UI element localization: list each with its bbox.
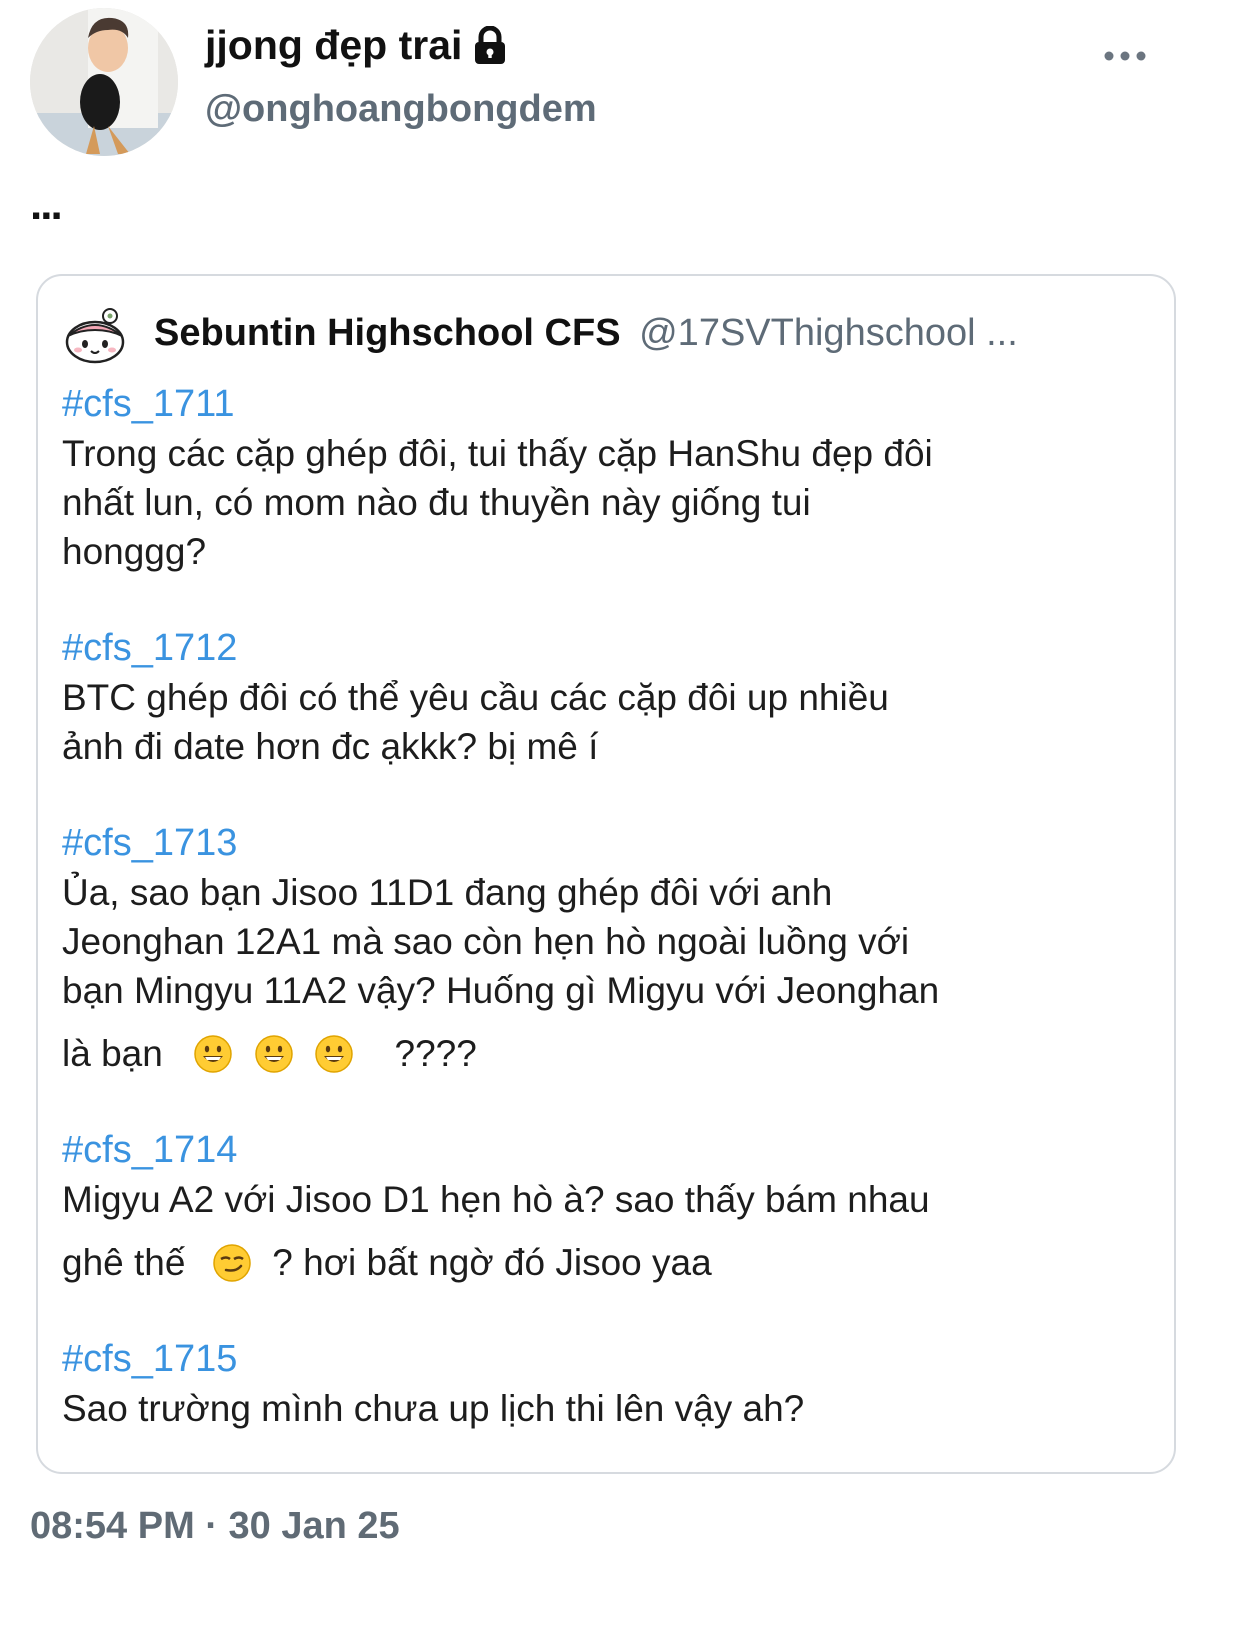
hashtag-link[interactable]: #cfs_1714 (62, 1126, 1142, 1175)
lock-icon (472, 25, 508, 66)
tweet-text: ... (30, 180, 63, 229)
cfs-text-line: Trong các cặp ghép đôi, tui thấy cặp Han… (62, 433, 933, 474)
cfs-text-line: Ủa, sao bạn Jisoo 11D1 đang ghép đôi với… (62, 872, 833, 913)
display-name-text: jjong đẹp trai (205, 22, 463, 68)
hashtag-link[interactable]: #cfs_1712 (62, 624, 1142, 673)
cfs-entry-1715: #cfs_1715 Sao trường mình chưa up lịch t… (62, 1335, 1142, 1433)
user-handle[interactable]: @onghoangbongdem (205, 88, 597, 131)
more-dots-icon (1104, 51, 1146, 61)
cfs-text-fragment: ghê thế (62, 1242, 186, 1283)
cartoon-face-icon (65, 308, 125, 364)
quote-header[interactable]: Sebuntin Highschool CFS @17SVThighschool… (154, 312, 1154, 355)
quote-body: #cfs_1711 Trong các cặp ghép đôi, tui th… (62, 380, 1142, 1481)
grinning-face-emoji-icon (193, 1034, 233, 1074)
cfs-entry-1711: #cfs_1711 Trong các cặp ghép đôi, tui th… (62, 380, 1142, 576)
hashtag-link[interactable]: #cfs_1713 (62, 819, 1142, 868)
cfs-text-line: Migyu A2 với Jisoo D1 hẹn hò à? sao thấy… (62, 1179, 930, 1220)
profile-photo-icon (30, 8, 178, 156)
hashtag-link[interactable]: #cfs_1711 (62, 380, 1142, 429)
smirking-face-emoji-icon (212, 1243, 252, 1283)
cfs-text-fragment: là bạn (62, 1033, 163, 1074)
cfs-text-line: BTC ghép đôi có thể yêu cầu các cặp đôi … (62, 677, 889, 718)
quote-avatar[interactable] (64, 306, 128, 366)
grinning-face-emoji-icon (314, 1034, 354, 1074)
timestamp[interactable]: 08:54 PM · 30 Jan 25 (30, 1505, 400, 1548)
display-name[interactable]: jjong đẹp trai (205, 22, 508, 69)
quoted-tweet-card[interactable]: Sebuntin Highschool CFS @17SVThighschool… (36, 274, 1176, 1474)
cfs-text-line-with-emoji: ghê thế ? hơi bất ngờ đó Jisoo yaa (62, 1238, 1142, 1287)
cfs-entry-1714: #cfs_1714 Migyu A2 với Jisoo D1 hẹn hò à… (62, 1126, 1142, 1287)
cfs-text-line-with-emoji: là bạn ???? (62, 1029, 1142, 1078)
quote-display-name: Sebuntin Highschool CFS (154, 312, 621, 354)
avatar[interactable] (30, 8, 178, 156)
cfs-text-fragment: ? hơi bất ngờ đó Jisoo yaa (272, 1242, 712, 1283)
more-options-button[interactable] (1100, 36, 1150, 76)
cfs-entry-1713: #cfs_1713 Ủa, sao bạn Jisoo 11D1 đang gh… (62, 819, 1142, 1078)
grinning-face-emoji-icon (254, 1034, 294, 1074)
cfs-text-line: Sao trường mình chưa up lịch thi lên vậy… (62, 1388, 805, 1429)
quote-handle: @17SVThighschool ... (639, 312, 1018, 354)
cfs-text-line: honggg? (62, 531, 207, 572)
cfs-text-line: ảnh đi date hơn đc ạkkk? bị mê í (62, 726, 599, 767)
cfs-text-line: bạn Mingyu 11A2 vậy? Huống gì Migyu với … (62, 970, 940, 1011)
cfs-entry-1712: #cfs_1712 BTC ghép đôi có thể yêu cầu cá… (62, 624, 1142, 771)
cfs-text-line: Jeonghan 12A1 mà sao còn hẹn hò ngoài lu… (62, 921, 910, 962)
cfs-text-line: nhất lun, có mom nào đu thuyền này giống… (62, 482, 811, 523)
cfs-text-fragment: ???? (394, 1033, 477, 1074)
hashtag-link[interactable]: #cfs_1715 (62, 1335, 1142, 1384)
